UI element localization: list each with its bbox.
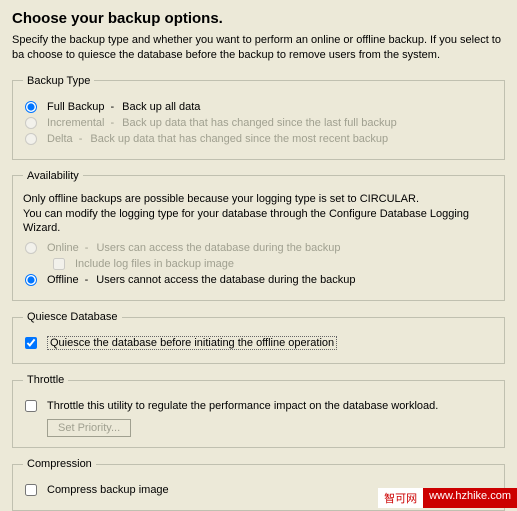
delta-row: Delta - Back up data that has changed si… xyxy=(23,133,494,145)
availability-group: Availability Only offline backups are po… xyxy=(12,170,505,302)
offline-row: Offline - Users cannot access the databa… xyxy=(23,274,494,286)
incremental-row: Incremental - Back up data that has chan… xyxy=(23,117,494,129)
online-row: Online - Users can access the database d… xyxy=(23,242,494,254)
set-priority-button: Set Priority... xyxy=(47,419,131,437)
dash: - xyxy=(85,274,89,286)
incremental-label: Incremental xyxy=(47,117,104,129)
compress-label[interactable]: Compress backup image xyxy=(47,484,169,496)
throttle-group: Throttle Throttle this utility to regula… xyxy=(12,374,505,448)
quiesce-group: Quiesce Database Quiesce the database be… xyxy=(12,311,505,364)
offline-label[interactable]: Offline xyxy=(47,274,79,286)
availability-legend: Availability xyxy=(23,170,83,182)
throttle-legend: Throttle xyxy=(23,374,68,386)
incremental-radio xyxy=(25,117,37,129)
compress-checkbox[interactable] xyxy=(25,484,37,496)
online-label: Online xyxy=(47,242,79,254)
compression-legend: Compression xyxy=(23,458,96,470)
watermark-left: 智可网 xyxy=(378,488,423,508)
offline-radio[interactable] xyxy=(25,274,37,286)
page-subtitle: Specify the backup type and whether you … xyxy=(12,33,505,63)
dash: - xyxy=(79,133,83,145)
full-backup-row: Full Backup - Back up all data xyxy=(23,101,494,113)
full-backup-radio[interactable] xyxy=(25,101,37,113)
throttle-checkbox[interactable] xyxy=(25,400,37,412)
online-desc: Users can access the database during the… xyxy=(96,242,340,254)
dash: - xyxy=(110,117,114,129)
delta-radio xyxy=(25,133,37,145)
include-log-checkbox xyxy=(53,258,65,270)
availability-info: Only offline backups are possible becaus… xyxy=(23,192,494,237)
throttle-row: Throttle this utility to regulate the pe… xyxy=(23,400,494,412)
dash: - xyxy=(110,101,114,113)
full-backup-label[interactable]: Full Backup xyxy=(47,101,104,113)
delta-desc: Back up data that has changed since the … xyxy=(90,133,388,145)
include-log-row: Include log files in backup image xyxy=(51,258,494,270)
backup-type-legend: Backup Type xyxy=(23,75,94,87)
watermark-right: www.hzhike.com xyxy=(423,488,517,508)
quiesce-row: Quiesce the database before initiating t… xyxy=(23,337,494,349)
dash: - xyxy=(85,242,89,254)
offline-desc: Users cannot access the database during … xyxy=(96,274,355,286)
availability-info-line2: You can modify the logging type for your… xyxy=(23,208,469,235)
backup-type-group: Backup Type Full Backup - Back up all da… xyxy=(12,75,505,160)
delta-label: Delta xyxy=(47,133,73,145)
incremental-desc: Back up data that has changed since the … xyxy=(122,117,397,129)
availability-info-line1: Only offline backups are possible becaus… xyxy=(23,193,419,205)
watermark: 智可网 www.hzhike.com xyxy=(378,488,517,508)
throttle-label[interactable]: Throttle this utility to regulate the pe… xyxy=(47,400,438,412)
full-backup-desc: Back up all data xyxy=(122,101,200,113)
quiesce-checkbox[interactable] xyxy=(25,337,37,349)
quiesce-label[interactable]: Quiesce the database before initiating t… xyxy=(47,337,337,349)
page-title: Choose your backup options. xyxy=(12,10,505,27)
online-radio xyxy=(25,242,37,254)
include-log-label: Include log files in backup image xyxy=(75,258,234,270)
quiesce-legend: Quiesce Database xyxy=(23,311,122,323)
